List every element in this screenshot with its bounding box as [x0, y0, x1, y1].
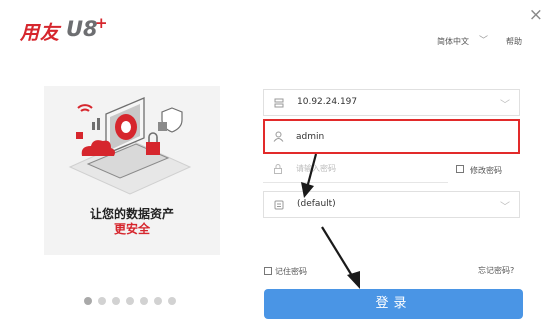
close-button[interactable]: × [529, 5, 543, 25]
arrow-annotation-icon [321, 226, 360, 289]
brand-name: 用友 [20, 22, 61, 44]
username-value: admin [296, 132, 325, 142]
carousel-dot[interactable] [84, 297, 92, 305]
carousel-dots [84, 297, 176, 305]
database-icon [274, 200, 284, 210]
carousel-dot[interactable] [112, 297, 120, 305]
promo-line-2: 更安全 [113, 222, 150, 236]
chevron-down-icon[interactable]: ﹀ [500, 198, 510, 213]
brand-plus: + [95, 14, 108, 32]
remember-password-checkbox[interactable] [264, 267, 272, 275]
forgot-password-link[interactable]: 忘记密码? [478, 265, 514, 276]
brand-product: U8 [66, 17, 98, 41]
lock-icon [274, 164, 282, 174]
username-field[interactable]: admin [263, 119, 520, 154]
change-password-label[interactable]: 修改密码 [470, 165, 502, 176]
account-set-value: (default) [297, 199, 336, 209]
login-button[interactable]: 登录 [264, 289, 523, 319]
change-password-checkbox[interactable] [456, 165, 464, 173]
server-value: 10.92.24.197 [297, 97, 358, 107]
carousel-dot[interactable] [98, 297, 106, 305]
carousel-dot[interactable] [154, 297, 162, 305]
carousel-dot[interactable] [168, 297, 176, 305]
server-select[interactable]: 10.92.24.197 ﹀ [263, 89, 520, 116]
chevron-down-icon[interactable]: ﹀ [479, 33, 488, 46]
remember-password-label[interactable]: 记住密码 [275, 266, 307, 277]
arrow-annotation-icon [301, 153, 318, 198]
server-icon [274, 98, 284, 108]
help-link[interactable]: 帮助 [506, 36, 522, 47]
security-illustration-icon [68, 97, 192, 195]
password-field[interactable]: 请输入密码 [263, 156, 448, 183]
chevron-down-icon[interactable]: ﹀ [500, 96, 510, 111]
carousel-dot[interactable] [140, 297, 148, 305]
carousel-dot[interactable] [126, 297, 134, 305]
user-icon [273, 131, 284, 142]
language-selector[interactable]: 简体中文 [437, 36, 469, 47]
